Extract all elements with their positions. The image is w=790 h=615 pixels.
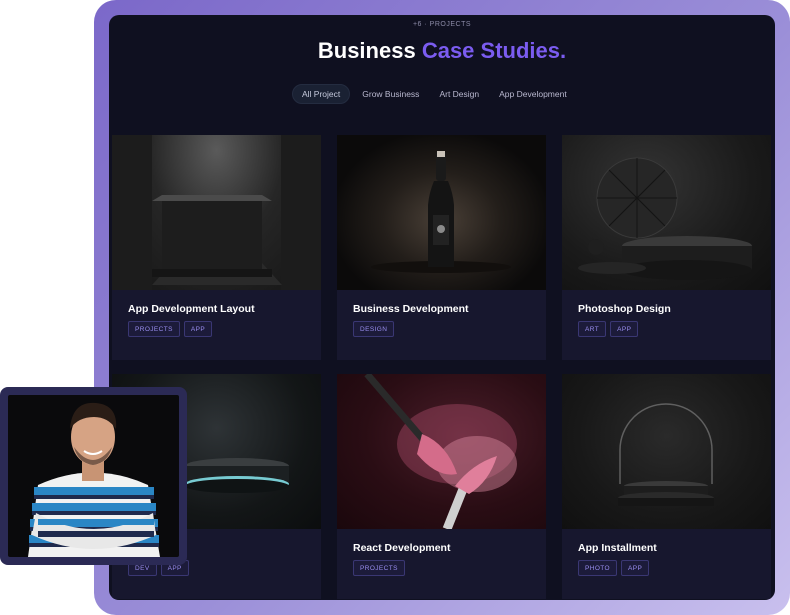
fan-podium-image xyxy=(562,135,771,290)
card-tags: ART APP xyxy=(578,321,639,337)
cube-pedestal-image xyxy=(112,135,321,290)
filter-all-project[interactable]: All Project xyxy=(292,84,351,104)
filter-grow-business[interactable]: Grow Business xyxy=(354,84,427,104)
tag-badge[interactable]: PHOTO xyxy=(578,560,617,576)
card-tags: DESIGN xyxy=(353,321,395,337)
tag-badge[interactable]: ART xyxy=(578,321,607,337)
card-title: Photoshop Design xyxy=(578,303,671,315)
tag-badge[interactable]: APP xyxy=(610,321,639,337)
case-studies-screen: +6 · PROJECTS Business Case Studies. All… xyxy=(109,15,775,600)
filter-tabs: All Project Grow Business Art Design App… xyxy=(292,84,575,104)
card-title: Business Development xyxy=(353,303,469,315)
card-tags: PROJECTS APP xyxy=(128,321,213,337)
wine-bottle-image xyxy=(337,135,546,290)
filter-app-development[interactable]: App Development xyxy=(491,84,575,104)
tag-badge[interactable]: DESIGN xyxy=(353,321,395,337)
page-title: Business Case Studies. xyxy=(109,38,775,64)
project-card-5[interactable]: React Development PROJECTS xyxy=(337,374,546,599)
project-card-1[interactable]: App Development Layout PROJECTS APP xyxy=(112,135,321,360)
card-title: App Installment xyxy=(578,542,657,554)
filter-art-design[interactable]: Art Design xyxy=(431,84,487,104)
avatar xyxy=(8,395,179,557)
title-main: Business xyxy=(317,38,416,63)
card-title: App Development Layout xyxy=(128,303,255,315)
tag-badge[interactable]: APP xyxy=(621,560,650,576)
card-title: React Development xyxy=(353,542,451,554)
tag-badge[interactable]: APP xyxy=(183,321,213,337)
makeup-brush-image xyxy=(337,374,546,529)
project-card-2[interactable]: Business Development DESIGN xyxy=(337,135,546,360)
project-card-6[interactable]: App Installment PHOTO APP xyxy=(562,374,771,599)
card-tags: PROJECTS xyxy=(353,560,405,576)
tag-badge[interactable]: PROJECTS xyxy=(128,321,180,337)
section-eyebrow: +6 · PROJECTS xyxy=(412,21,472,28)
project-card-3[interactable]: Photoshop Design ART APP xyxy=(562,135,771,360)
title-accent: Case Studies. xyxy=(421,38,567,63)
glass-arch-podium-image xyxy=(562,374,771,529)
card-tags: PHOTO APP xyxy=(578,560,650,576)
tag-badge[interactable]: PROJECTS xyxy=(353,560,405,576)
